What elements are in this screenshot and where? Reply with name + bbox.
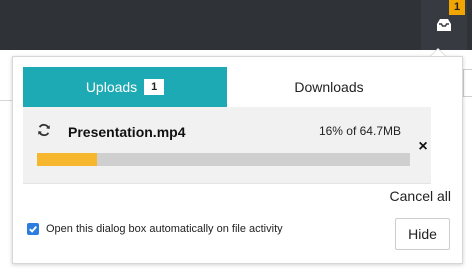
transfers-dialog: Uploads 1 Downloads Presentation.mp4 16%… bbox=[12, 56, 463, 264]
tab-uploads[interactable]: Uploads 1 bbox=[23, 67, 227, 107]
tab-uploads-label: Uploads bbox=[85, 79, 138, 95]
checkmark-icon bbox=[29, 226, 37, 233]
upload-progress-fill bbox=[37, 153, 97, 166]
upload-progress-bar bbox=[37, 153, 410, 166]
upload-tray-icon bbox=[437, 19, 451, 31]
uploads-count-badge: 1 bbox=[144, 79, 165, 95]
upload-status: 16% of 64.7MB bbox=[318, 124, 401, 138]
dialog-pointer-fill bbox=[431, 49, 445, 56]
auto-open-label: Open this dialog box automatically on fi… bbox=[46, 223, 283, 235]
transfers-count-badge: 1 bbox=[449, 0, 465, 15]
refresh-icon bbox=[38, 123, 50, 137]
cancel-all-link[interactable]: Cancel all bbox=[390, 188, 451, 204]
transfer-tabs: Uploads 1 Downloads bbox=[23, 67, 431, 108]
hide-button[interactable]: Hide bbox=[395, 218, 450, 250]
auto-open-option: Open this dialog box automatically on fi… bbox=[27, 223, 283, 235]
upload-list: Presentation.mp4 16% of 64.7MB bbox=[23, 107, 431, 184]
top-toolbar: 1 bbox=[0, 0, 472, 50]
partial-field bbox=[463, 69, 472, 97]
cancel-upload-button[interactable]: × bbox=[415, 139, 431, 155]
auto-open-checkbox[interactable] bbox=[27, 223, 39, 235]
file-name: Presentation.mp4 bbox=[68, 124, 186, 140]
tab-downloads-label: Downloads bbox=[294, 79, 364, 95]
tab-downloads[interactable]: Downloads bbox=[227, 67, 431, 107]
